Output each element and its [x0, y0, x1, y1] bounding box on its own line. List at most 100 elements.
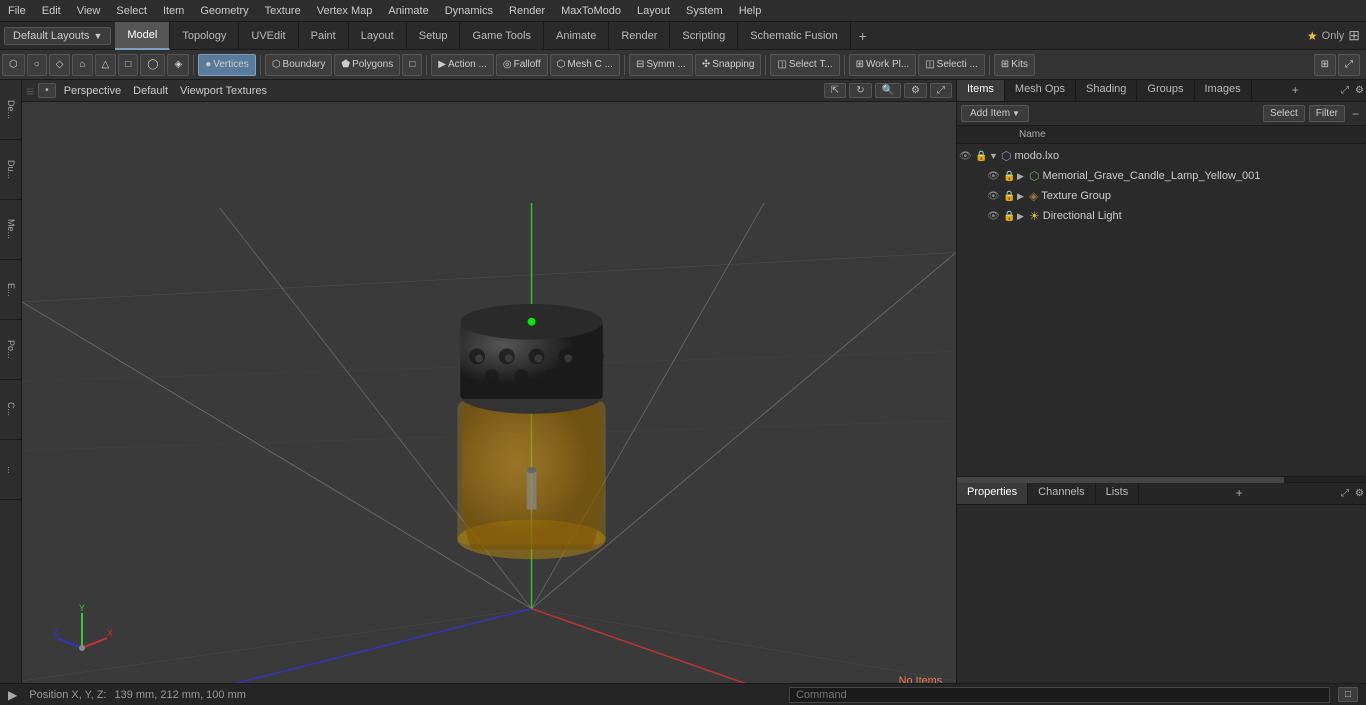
props-settings-btn[interactable]: ⚙	[1353, 488, 1366, 499]
boundary-button[interactable]: ⬡ Boundary	[265, 54, 333, 76]
menu-vertex-map[interactable]: Vertex Map	[309, 3, 381, 19]
polygons-button[interactable]: ⬟ Polygons	[334, 54, 400, 76]
menu-view[interactable]: View	[69, 3, 109, 19]
items-settings-btn[interactable]: ⚙	[1353, 85, 1366, 96]
tab-animate[interactable]: Animate	[544, 22, 609, 50]
menu-animate[interactable]: Animate	[380, 3, 436, 19]
menu-select[interactable]: Select	[108, 3, 155, 19]
star-button[interactable]: ★	[1307, 29, 1318, 43]
tab-properties[interactable]: Properties	[957, 483, 1028, 504]
execute-button[interactable]: □	[1338, 687, 1358, 702]
expand-memorial[interactable]: ▶	[1017, 171, 1029, 182]
eye-icon-texture[interactable]: 👁	[987, 191, 1003, 202]
tree-item-light[interactable]: 👁 🔒 ▶ ☀ Directional Light	[957, 206, 1366, 226]
filter-button[interactable]: Filter	[1309, 105, 1345, 122]
tab-groups[interactable]: Groups	[1137, 80, 1194, 101]
viewport[interactable]: ≡ • Perspective Default Viewport Texture…	[22, 80, 956, 683]
add-item-button[interactable]: Add Item ▼	[961, 105, 1029, 122]
menu-edit[interactable]: Edit	[34, 3, 69, 19]
menu-system[interactable]: System	[678, 3, 731, 19]
layout-dropdown[interactable]: Default Layouts ▼	[4, 27, 111, 45]
tab-layout[interactable]: Layout	[349, 22, 407, 50]
tool-square-btn[interactable]: □	[118, 54, 138, 76]
viewport-icon-btn[interactable]: ⊞	[1314, 54, 1336, 76]
left-tab-me[interactable]: Me...	[0, 200, 22, 260]
left-tab-e[interactable]: E...	[0, 260, 22, 320]
viewport-canvas[interactable]: No Items Polygons : Face Channels: 0 Def…	[22, 102, 956, 683]
items-scrollbar[interactable]	[957, 476, 1366, 482]
tab-paint[interactable]: Paint	[299, 22, 349, 50]
tool-circle2-btn[interactable]: ◯	[140, 54, 165, 76]
maximize-button[interactable]: ⊞	[1348, 27, 1360, 44]
select-t-button[interactable]: ◫ Select T...	[770, 54, 839, 76]
menu-dynamics[interactable]: Dynamics	[437, 3, 501, 19]
left-tab-more[interactable]: ...	[0, 440, 22, 500]
left-tab-po[interactable]: Po...	[0, 320, 22, 380]
items-minus-btn[interactable]: −	[1349, 107, 1362, 121]
left-tab-de[interactable]: De...	[0, 80, 22, 140]
menu-file[interactable]: File	[0, 3, 34, 19]
command-input[interactable]	[789, 687, 1330, 703]
vp-move-icon[interactable]: ⇱	[824, 83, 846, 98]
kits-button[interactable]: ⊞ Kits	[994, 54, 1035, 76]
tool-circle-btn[interactable]: ○	[27, 54, 47, 76]
tab-setup[interactable]: Setup	[407, 22, 461, 50]
action-button[interactable]: ▶ Action ...	[431, 54, 494, 76]
select-button[interactable]: Select	[1263, 105, 1305, 122]
tool-icon-btn[interactable]: ⬡	[2, 54, 25, 76]
work-pl-button[interactable]: ⊞ Work Pl...	[849, 54, 917, 76]
tool-home-btn[interactable]: ⌂	[72, 54, 92, 76]
tab-items[interactable]: Items	[957, 80, 1005, 101]
eye-icon-root[interactable]: 👁	[959, 151, 975, 162]
vp-expand-icon[interactable]: ⤢	[930, 83, 952, 98]
expand-light[interactable]: ▶	[1017, 211, 1029, 222]
menu-item[interactable]: Item	[155, 3, 192, 19]
menu-layout[interactable]: Layout	[629, 3, 678, 19]
tree-item-memorial[interactable]: 👁 🔒 ▶ ⬡ Memorial_Grave_Candle_Lamp_Yello…	[957, 166, 1366, 186]
falloff-button[interactable]: ◎ Falloff	[496, 54, 548, 76]
left-tab-du[interactable]: Du...	[0, 140, 22, 200]
menu-geometry[interactable]: Geometry	[192, 3, 256, 19]
tool-tri-btn[interactable]: △	[95, 54, 117, 76]
menu-render[interactable]: Render	[501, 3, 553, 19]
expand-root[interactable]: ▼	[989, 151, 1001, 161]
mesh-button[interactable]: □	[402, 54, 422, 76]
symm-button[interactable]: ⊟ Symm ...	[629, 54, 693, 76]
props-expand-btn[interactable]: ⤢	[1339, 488, 1351, 499]
vp-zoom-icon[interactable]: 🔍	[875, 83, 901, 98]
expand-texture[interactable]: ▶	[1017, 191, 1029, 202]
vp-dot[interactable]: •	[38, 83, 56, 98]
tab-render[interactable]: Render	[609, 22, 670, 50]
tab-uvedit[interactable]: UVEdit	[239, 22, 298, 50]
tree-item-root[interactable]: 👁 🔒 ▼ ⬡ modo.lxo	[957, 146, 1366, 166]
vp-settings-icon[interactable]: ⚙	[904, 83, 927, 98]
tool-diamond-btn[interactable]: ◇	[49, 54, 71, 76]
tab-game-tools[interactable]: Game Tools	[460, 22, 544, 50]
tool-lasso-btn[interactable]: ◈	[167, 54, 189, 76]
left-tab-c[interactable]: C...	[0, 380, 22, 440]
tab-mesh-ops[interactable]: Mesh Ops	[1005, 80, 1076, 101]
fullscreen-btn[interactable]: ⤢	[1338, 54, 1360, 76]
tab-shading[interactable]: Shading	[1076, 80, 1137, 101]
tab-topology[interactable]: Topology	[170, 22, 239, 50]
eye-icon-light[interactable]: 👁	[987, 211, 1003, 222]
tab-scripting[interactable]: Scripting	[670, 22, 738, 50]
tab-schematic-fusion[interactable]: Schematic Fusion	[738, 22, 850, 50]
items-expand-btn[interactable]: ⤢	[1339, 85, 1351, 96]
selecti-button[interactable]: ◫ Selecti ...	[918, 54, 985, 76]
items-tab-plus[interactable]: +	[1286, 80, 1305, 101]
tree-item-texture[interactable]: 👁 🔒 ▶ ◈ Texture Group	[957, 186, 1366, 206]
vp-rotate-icon[interactable]: ↻	[849, 83, 871, 98]
tab-lists[interactable]: Lists	[1096, 483, 1140, 504]
vertices-button[interactable]: ● Vertices	[198, 54, 256, 76]
tab-channels[interactable]: Channels	[1028, 483, 1095, 504]
menu-maxtomodo[interactable]: MaxToModo	[553, 3, 629, 19]
mesh-c-button[interactable]: ⬡ Mesh C ...	[550, 54, 620, 76]
menu-texture[interactable]: Texture	[257, 3, 309, 19]
props-tab-plus[interactable]: +	[1230, 483, 1249, 504]
menu-help[interactable]: Help	[731, 3, 770, 19]
layout-add-tab[interactable]: +	[851, 24, 875, 48]
eye-icon-memorial[interactable]: 👁	[987, 171, 1003, 182]
tab-images[interactable]: Images	[1195, 80, 1252, 101]
tab-model[interactable]: Model	[115, 22, 170, 50]
